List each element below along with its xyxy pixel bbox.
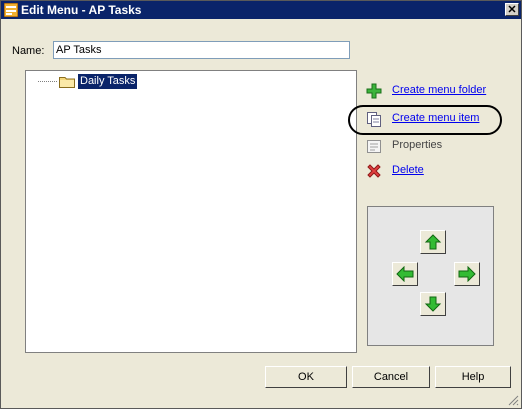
name-field[interactable] <box>53 41 350 59</box>
name-label: Name: <box>12 45 45 57</box>
move-arrows-panel <box>367 206 494 346</box>
delete-icon <box>367 164 381 178</box>
create-menu-folder-link[interactable]: Create menu folder <box>392 84 486 96</box>
folder-icon <box>59 77 75 88</box>
help-button[interactable]: Help <box>435 366 511 388</box>
delete-link[interactable]: Delete <box>392 164 424 176</box>
arrow-right-icon <box>458 266 476 282</box>
highlight-callout <box>348 105 502 135</box>
move-right-button[interactable] <box>454 262 480 286</box>
window-title: Edit Menu - AP Tasks <box>21 3 142 17</box>
tree-connector <box>38 81 57 82</box>
menu-tree[interactable]: Daily Tasks <box>25 70 357 353</box>
move-down-button[interactable] <box>420 292 446 316</box>
close-icon: ✕ <box>507 4 517 16</box>
title-bar: Edit Menu - AP Tasks ✕ <box>1 1 521 19</box>
move-left-button[interactable] <box>392 262 418 286</box>
edit-menu-dialog: Edit Menu - AP Tasks ✕ Name: Daily Tasks… <box>0 0 522 409</box>
ok-button[interactable]: OK <box>265 366 347 388</box>
plus-icon <box>366 83 382 99</box>
arrow-up-icon <box>424 234 442 250</box>
app-icon <box>4 3 18 17</box>
resize-grip-icon[interactable] <box>507 394 519 406</box>
cancel-button[interactable]: Cancel <box>352 366 430 388</box>
move-up-button[interactable] <box>420 230 446 254</box>
close-button[interactable]: ✕ <box>505 3 519 16</box>
tree-item-label: Daily Tasks <box>78 74 138 89</box>
properties-icon <box>367 140 381 153</box>
properties-label: Properties <box>392 139 443 151</box>
arrow-down-icon <box>424 296 442 312</box>
arrow-left-icon <box>396 266 414 282</box>
